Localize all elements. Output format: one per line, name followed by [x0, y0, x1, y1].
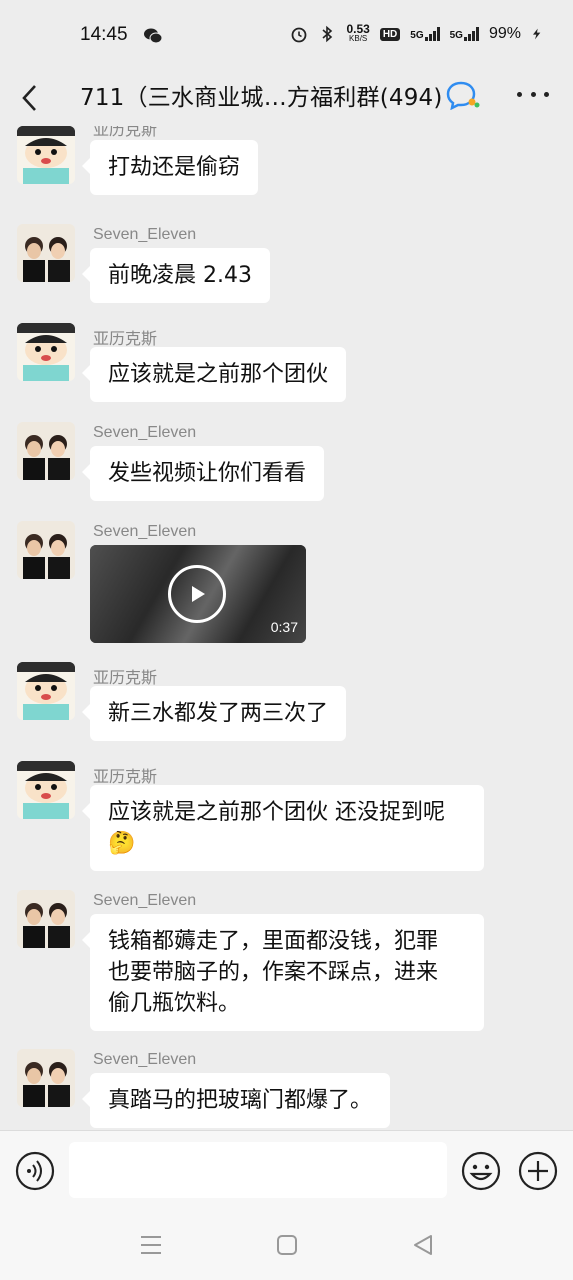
- play-icon: [192, 586, 205, 602]
- signal-icon: [463, 27, 479, 41]
- message-line: 也要带脑子的，作案不踩点，进来: [108, 960, 439, 985]
- plus-icon[interactable]: [518, 1151, 558, 1191]
- more-dot: [544, 91, 549, 97]
- avatar[interactable]: [17, 662, 75, 720]
- signal-2: 5G: [450, 27, 479, 41]
- message-bubble[interactable]: 应该就是之前那个团伙: [81, 347, 347, 402]
- signal-1: 5G: [410, 27, 440, 41]
- video-message[interactable]: 0:37: [90, 545, 306, 643]
- message-bubble[interactable]: 新三水都发了两三次了: [81, 686, 347, 741]
- input-bar: [0, 1130, 573, 1210]
- avatar[interactable]: [17, 890, 75, 948]
- message-bubble[interactable]: 打劫还是偷窃: [81, 140, 259, 195]
- message-line: 钱箱都薅走了，里面都没钱，犯罪: [108, 929, 439, 954]
- avatar[interactable]: [17, 422, 75, 480]
- play-button[interactable]: [168, 565, 226, 623]
- back-triangle-icon[interactable]: [410, 1232, 436, 1258]
- voice-icon[interactable]: [15, 1151, 55, 1191]
- avatar[interactable]: [17, 323, 75, 381]
- video-duration: 0:37: [270, 619, 298, 635]
- wechat-icon: [144, 28, 162, 44]
- crayon-avatar: [17, 323, 75, 381]
- photo-avatar: [17, 422, 75, 480]
- chat-title: 711（三水商业城…方福利群(494): [80, 85, 443, 111]
- status-bar: 14:45 0.53 KB/S HD 5G 5G 99%: [0, 0, 573, 70]
- crayon-avatar: [17, 761, 75, 819]
- sender-name: 亚历克斯: [93, 670, 158, 687]
- network-speed: 0.53 KB/S: [346, 22, 370, 44]
- photo-avatar: [17, 224, 75, 282]
- net-label-2: 5G: [449, 30, 463, 41]
- avatar[interactable]: [17, 1049, 75, 1107]
- back-button[interactable]: [12, 76, 46, 120]
- sender-name: Seven_Eleven: [93, 523, 197, 540]
- message-list[interactable]: 亚历克斯 打劫还是偷窃 Seven_Eleven 前晚凌晨 2.43 亚历克斯 …: [0, 126, 573, 1130]
- more-dot: [530, 91, 536, 97]
- group-chat-icon[interactable]: [446, 80, 480, 110]
- message-line: 偷几瓶饮料。: [108, 991, 241, 1016]
- photo-avatar: [17, 1049, 75, 1107]
- chat-header: 711（三水商业城…方福利群(494): [0, 70, 573, 126]
- message-bubble[interactable]: 钱箱都薅走了，里面都没钱，犯罪 也要带脑子的，作案不踩点，进来 偷几瓶饮料。: [82, 914, 484, 1031]
- sender-name: 亚历克斯: [93, 126, 158, 139]
- photo-avatar: [17, 890, 75, 948]
- status-time: 14:45: [80, 24, 128, 45]
- speed-unit: KB/S: [349, 34, 368, 43]
- battery-level: 99%: [488, 25, 521, 42]
- sender-name: Seven_Eleven: [93, 1051, 197, 1068]
- more-button[interactable]: [517, 84, 549, 104]
- emoji-icon[interactable]: [461, 1151, 501, 1191]
- avatar[interactable]: [17, 224, 75, 282]
- more-dot: [517, 91, 522, 97]
- crayon-avatar: [17, 662, 75, 720]
- message-input[interactable]: [69, 1142, 447, 1198]
- sender-name: Seven_Eleven: [93, 424, 197, 441]
- sender-name: Seven_Eleven: [93, 892, 197, 909]
- signal-icon: [424, 27, 440, 41]
- back-icon: [22, 85, 36, 111]
- system-navigation: [0, 1210, 573, 1280]
- sender-name: 亚历克斯: [93, 769, 158, 786]
- thinking-emoji: 🤔: [108, 831, 136, 856]
- bluetooth-icon: [322, 25, 333, 43]
- status-icons: 0.53 KB/S HD 5G 5G 99%: [290, 22, 543, 44]
- message-bubble[interactable]: 真踏马的把玻璃门都爆了。: [81, 1073, 391, 1128]
- sender-name: 亚历克斯: [93, 331, 158, 348]
- message-bubble[interactable]: 发些视频让你们看看: [81, 446, 325, 501]
- message-text: 应该就是之前那个团伙 还没捉到呢: [108, 800, 445, 825]
- crayon-avatar: [17, 126, 75, 184]
- message-bubble[interactable]: 前晚凌晨 2.43: [82, 248, 270, 303]
- photo-avatar: [17, 521, 75, 579]
- message-bubble[interactable]: 应该就是之前那个团伙 还没捉到呢 🤔: [82, 785, 484, 871]
- hd-badge: HD: [379, 27, 401, 41]
- menu-icon[interactable]: [138, 1232, 164, 1258]
- alarm-icon: [292, 27, 307, 43]
- speed-value: 0.53: [346, 22, 370, 36]
- home-icon[interactable]: [274, 1232, 300, 1258]
- sender-name: Seven_Eleven: [93, 226, 197, 243]
- net-label-1: 5G: [410, 30, 424, 41]
- battery-charging-icon: [533, 28, 541, 40]
- avatar[interactable]: [17, 761, 75, 819]
- avatar[interactable]: [17, 521, 75, 579]
- avatar[interactable]: [17, 126, 75, 184]
